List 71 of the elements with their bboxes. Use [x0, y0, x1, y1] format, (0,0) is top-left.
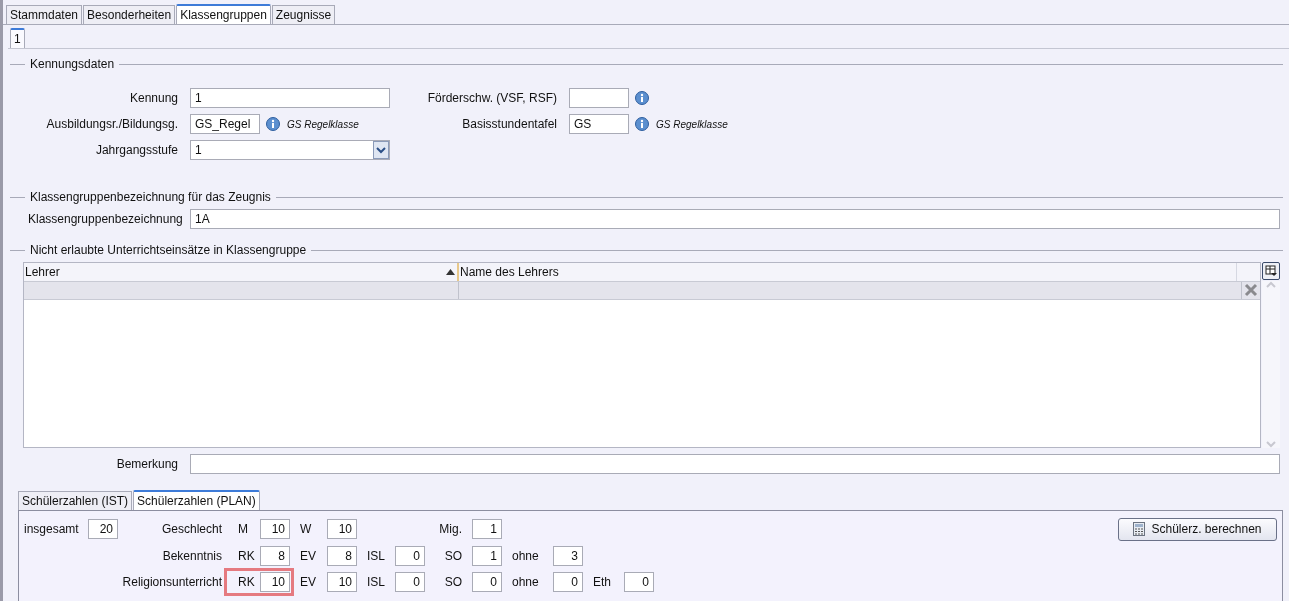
count-label: SO — [443, 548, 463, 563]
count-label: SO — [443, 575, 463, 589]
count-label: ISL — [366, 548, 386, 563]
tab[interactable]: Stammdaten — [6, 5, 83, 24]
count-label: ohne — [511, 575, 540, 589]
field-label: Ausbildungsr./Bildungsg. — [45, 117, 178, 131]
count-label: RK — [237, 575, 256, 589]
count-field[interactable]: 0 — [395, 572, 425, 592]
tab[interactable]: Besonderheiten — [83, 5, 176, 24]
field-label: Jahrgangsstufe — [94, 143, 178, 157]
count-label: Eth — [592, 575, 612, 589]
column-header[interactable]: Name des Lehrers — [459, 263, 1237, 281]
tab[interactable]: Schülerzahlen (IST) — [18, 491, 133, 510]
column-chooser-button[interactable] — [1262, 262, 1280, 280]
input-field[interactable]: 1 — [190, 88, 390, 108]
count-field[interactable]: 10 — [260, 572, 290, 592]
info-icon[interactable] — [635, 91, 649, 105]
field-label: Basisstundentafel — [461, 117, 557, 131]
section-title: Kennungsdaten — [30, 57, 115, 71]
field-label: Religionsunterricht — [121, 575, 222, 589]
scroll-up-icon[interactable] — [1265, 281, 1277, 289]
input-field[interactable]: GS — [569, 114, 629, 134]
field-label: Kennung — [128, 91, 178, 105]
calculate-button[interactable]: Schülerz. berechnen — [1118, 517, 1277, 541]
section-title: Klassengruppenbezeichnung für das Zeugnis — [30, 190, 271, 204]
tab[interactable]: Klassengruppen — [176, 4, 271, 24]
count-field[interactable]: 1 — [472, 545, 502, 566]
count-field[interactable]: 0 — [472, 572, 502, 592]
field-label: insgesamt — [24, 522, 80, 536]
count-field[interactable]: 8 — [260, 545, 290, 566]
tab[interactable]: 1 — [10, 28, 25, 48]
count-label: W — [299, 522, 313, 536]
field-label: Bekenntnis — [161, 548, 222, 563]
tab[interactable]: Zeugnisse — [271, 5, 336, 24]
info-icon[interactable] — [635, 117, 649, 131]
field-label: Geschlecht — [160, 522, 222, 536]
count-label: EV — [299, 575, 317, 589]
scrollbar[interactable] — [1262, 281, 1280, 448]
input-field[interactable] — [569, 88, 629, 108]
count-field[interactable]: 10 — [327, 519, 357, 539]
chevron-down-icon — [373, 141, 389, 159]
count-label: EV — [299, 548, 317, 563]
count-field[interactable]: 0 — [395, 545, 425, 566]
section-title: Nicht erlaubte Unterrichtseinsätze in Klassengruppe — [30, 243, 307, 257]
calculator-icon — [1133, 522, 1146, 536]
clear-icon[interactable] — [1243, 282, 1259, 298]
count-field[interactable]: 0 — [553, 572, 583, 592]
input-field[interactable] — [190, 454, 1280, 474]
count-field[interactable]: 8 — [327, 545, 357, 566]
info-icon[interactable] — [266, 117, 280, 131]
count-label: RK — [237, 548, 256, 563]
description-text: GS Regelklasse — [287, 118, 359, 130]
field-label: Bemerkung — [115, 457, 178, 471]
input-field[interactable]: GS_Regel — [190, 114, 260, 134]
field-label: Klassengruppenbezeichnung — [28, 212, 184, 226]
count-label: M — [237, 522, 249, 536]
count-field[interactable]: 1 — [472, 519, 502, 539]
input-field[interactable]: 1A — [190, 209, 1280, 229]
scroll-down-icon[interactable] — [1265, 440, 1277, 448]
dropdown-field[interactable]: 1 — [190, 140, 390, 160]
count-field[interactable]: 3 — [553, 545, 583, 566]
field-label: Förderschw. (VSF, RSF) — [426, 91, 557, 105]
count-label: ohne — [511, 548, 540, 563]
tab[interactable]: Schülerzahlen (PLAN) — [133, 490, 260, 510]
count-field[interactable]: 10 — [260, 519, 290, 539]
count-field[interactable]: 10 — [327, 572, 357, 592]
count-field[interactable]: 20 — [88, 519, 118, 539]
description-text: GS Regelklasse — [656, 118, 728, 130]
count-label: ISL — [366, 575, 386, 589]
count-field[interactable]: 0 — [624, 572, 654, 592]
count-label: Mig. — [438, 522, 463, 536]
